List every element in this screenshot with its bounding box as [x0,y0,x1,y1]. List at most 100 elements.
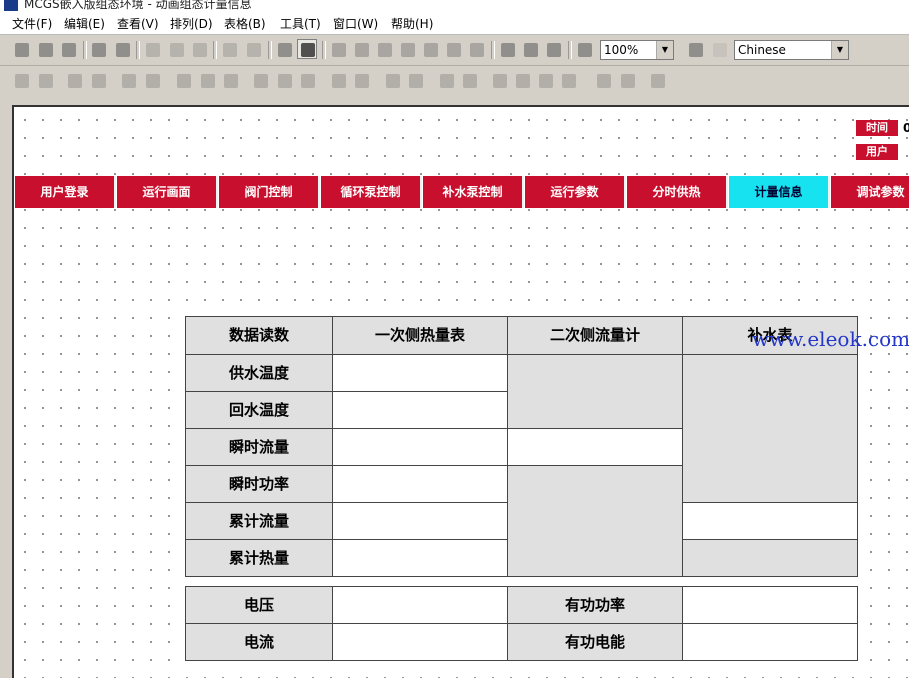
center-vertical-icon[interactable] [118,70,138,90]
tab-timed-heating[interactable]: 分时供热 [627,176,728,208]
row-supply-temp: 供水温度 [185,354,333,392]
secondary-na-block-bottom [507,465,683,577]
menu-help[interactable]: 帮助(H) [391,15,433,32]
tab-user-login[interactable]: 用户登录 [15,176,116,208]
tab-debug-params[interactable]: 调试参数 [831,176,909,208]
same-size-icon[interactable] [250,70,270,90]
makeup-na-block-bottom [682,539,858,577]
active-power-value[interactable] [682,586,858,624]
primary-cumulative-heat-value[interactable] [332,539,508,577]
app-icon [4,0,18,11]
undo-icon[interactable] [219,39,239,59]
lock-icon[interactable] [593,70,613,90]
align-left-icon[interactable] [11,70,31,90]
grid-snap-icon[interactable] [647,70,667,90]
tab-run-params[interactable]: 运行参数 [525,176,626,208]
font-color-icon[interactable] [374,39,394,59]
makeup-cumulative-flow-value[interactable] [682,502,858,540]
help-cursor-icon[interactable] [574,39,594,59]
layout-toolbar [0,66,909,97]
check-icon[interactable] [520,39,540,59]
tab-circulation-pump[interactable]: 循环泵控制 [321,176,422,208]
bring-front-icon[interactable] [489,70,509,90]
align-bottom-icon[interactable] [88,70,108,90]
menu-window[interactable]: 窗口(W) [333,15,378,32]
header-data-reading: 数据读数 [185,316,333,355]
tab-run-screen[interactable]: 运行画面 [117,176,218,208]
standard-toolbar: 100% ▼ Chinese ▼ [0,35,909,66]
paste-icon[interactable] [189,39,209,59]
row-return-temp: 回水温度 [185,391,333,429]
pointer-tool-icon[interactable] [297,39,317,59]
window-title: MCGS嵌入版组态环境 - 动画组态计量信息 [24,0,252,11]
download-icon[interactable] [543,39,563,59]
print-preview-icon[interactable] [112,39,132,59]
flip-horizontal-icon[interactable] [382,70,402,90]
primary-supply-temp-value[interactable] [332,354,508,392]
cut-icon[interactable] [142,39,162,59]
language-icon[interactable] [685,39,705,59]
print-icon[interactable] [88,39,108,59]
bring-forward-icon[interactable] [535,70,555,90]
zoom-select[interactable]: 100% ▼ [600,40,674,60]
blank-tool-icon[interactable] [709,39,729,59]
menu-table[interactable]: 表格(B) [224,15,266,32]
rotate-left-icon[interactable] [328,70,348,90]
same-width-icon[interactable] [220,70,240,90]
menu-view[interactable]: 查看(V) [117,15,159,32]
line-style-icon[interactable] [420,39,440,59]
menu-edit[interactable]: 编辑(E) [64,15,105,32]
voltage-value[interactable] [332,586,508,624]
time-label: 时间 [856,120,898,136]
menu-tools[interactable]: 工具(T) [280,15,321,32]
chevron-down-icon[interactable]: ▼ [656,41,673,59]
secondary-na-block-top [507,354,683,429]
watermark-text: www.eleok.com [752,327,909,351]
align-top-icon[interactable] [64,70,84,90]
chevron-down-icon[interactable]: ▼ [831,41,848,59]
primary-instant-flow-value[interactable] [332,428,508,466]
ungroup-icon[interactable] [459,70,479,90]
align-right-icon[interactable] [35,70,55,90]
new-window-icon[interactable] [11,39,31,59]
line-type-icon[interactable] [443,39,463,59]
send-back-icon[interactable] [512,70,532,90]
active-energy-value[interactable] [682,623,858,661]
space-vertical-icon[interactable] [274,70,294,90]
row-instant-flow: 瞬时流量 [185,428,333,466]
open-icon[interactable] [35,39,55,59]
rotate-right-icon[interactable] [351,70,371,90]
properties-icon[interactable] [497,39,517,59]
edit-lock-icon[interactable] [617,70,637,90]
flip-vertical-icon[interactable] [405,70,425,90]
fill-color-icon[interactable] [328,39,348,59]
tab-metering-info[interactable]: 计量信息 [729,176,830,208]
font-icon[interactable] [397,39,417,59]
primary-cumulative-flow-value[interactable] [332,502,508,540]
space-horizontal-icon[interactable] [297,70,317,90]
menu-bar: 文件(F) 编辑(E) 查看(V) 排列(D) 表格(B) 工具(T) 窗口(W… [0,12,909,35]
tab-makeup-pump[interactable]: 补水泵控制 [423,176,524,208]
secondary-instant-flow-value[interactable] [507,428,683,466]
current-value[interactable] [332,623,508,661]
active-power-label: 有功功率 [507,586,683,624]
grid-icon[interactable] [466,39,486,59]
save-icon[interactable] [58,39,78,59]
menu-arrange[interactable]: 排列(D) [170,15,213,32]
primary-instant-power-value[interactable] [332,465,508,503]
tools-icon[interactable] [274,39,294,59]
row-instant-power: 瞬时功率 [185,465,333,503]
send-backward-icon[interactable] [558,70,578,90]
menu-file[interactable]: 文件(F) [12,15,52,32]
same-height-icon[interactable] [197,70,217,90]
copy-icon[interactable] [166,39,186,59]
header-primary-heat-meter: 一次侧热量表 [332,316,508,355]
language-select[interactable]: Chinese ▼ [734,40,849,60]
tab-valve-control[interactable]: 阀门控制 [219,176,320,208]
group-icon[interactable] [436,70,456,90]
primary-return-temp-value[interactable] [332,391,508,429]
center-both-icon[interactable] [173,70,193,90]
center-horizontal-icon[interactable] [142,70,162,90]
line-color-icon[interactable] [351,39,371,59]
redo-icon[interactable] [243,39,263,59]
